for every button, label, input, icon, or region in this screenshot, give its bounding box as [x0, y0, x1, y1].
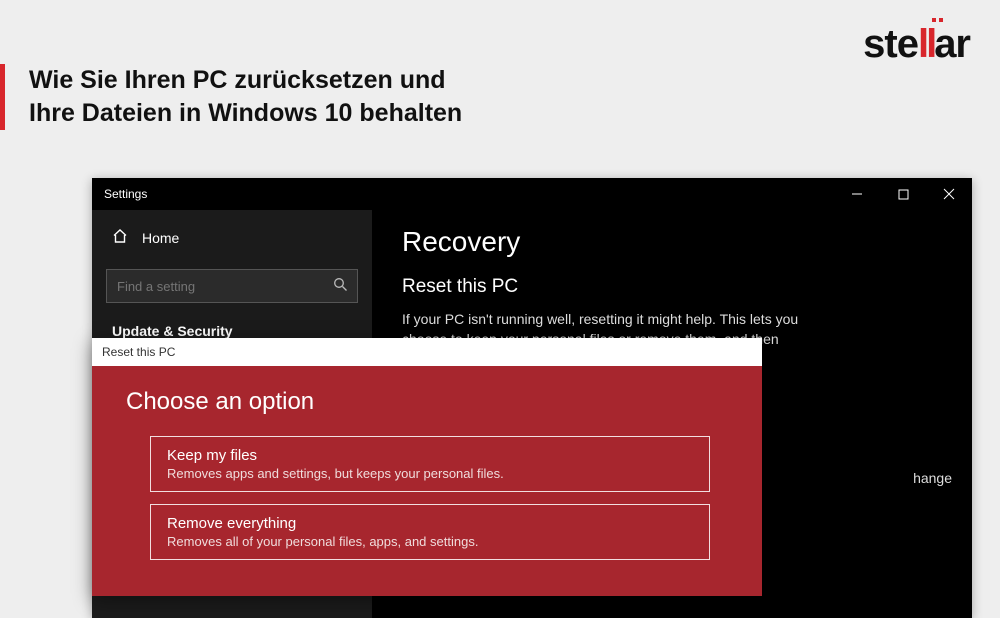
- reset-dialog: Reset this PC Choose an option Keep my f…: [92, 338, 762, 596]
- titlebar: Settings: [92, 178, 972, 210]
- content-subheading: Reset this PC: [402, 276, 942, 298]
- reset-option-remove-everything[interactable]: Remove everything Removes all of your pe…: [150, 504, 710, 560]
- reset-option-keep-files[interactable]: Keep my files Removes apps and settings,…: [150, 436, 710, 492]
- page-header: Wie Sie Ihren PC zurücksetzen und Ihre D…: [0, 64, 462, 130]
- content-extra-text: hange: [913, 470, 952, 486]
- content-heading: Recovery: [402, 226, 942, 258]
- search-input[interactable]: [106, 269, 358, 303]
- reset-option-desc: Removes all of your personal files, apps…: [167, 534, 693, 549]
- home-icon: [112, 228, 128, 247]
- reset-option-title: Keep my files: [167, 447, 693, 464]
- reset-option-title: Remove everything: [167, 515, 693, 532]
- reset-dialog-title: Reset this PC: [92, 338, 762, 366]
- brand-logo: stellar: [863, 22, 970, 67]
- search-icon: [333, 277, 348, 295]
- page-title-line1: Wie Sie Ihren PC zurücksetzen und: [29, 66, 446, 94]
- close-button[interactable]: [926, 178, 972, 210]
- sidebar-home[interactable]: Home: [92, 216, 372, 259]
- maximize-button[interactable]: [880, 178, 926, 210]
- page-title: Wie Sie Ihren PC zurücksetzen und Ihre D…: [29, 64, 462, 129]
- reset-dialog-heading: Choose an option: [126, 388, 728, 416]
- reset-option-desc: Removes apps and settings, but keeps you…: [167, 466, 693, 481]
- sidebar-search: [106, 269, 358, 303]
- window-title: Settings: [104, 187, 147, 201]
- window-buttons: [834, 178, 972, 210]
- sidebar-home-label: Home: [142, 230, 179, 246]
- minimize-button[interactable]: [834, 178, 880, 210]
- accent-bar: [0, 64, 5, 130]
- page-title-line2: Ihre Dateien in Windows 10 behalten: [29, 99, 462, 127]
